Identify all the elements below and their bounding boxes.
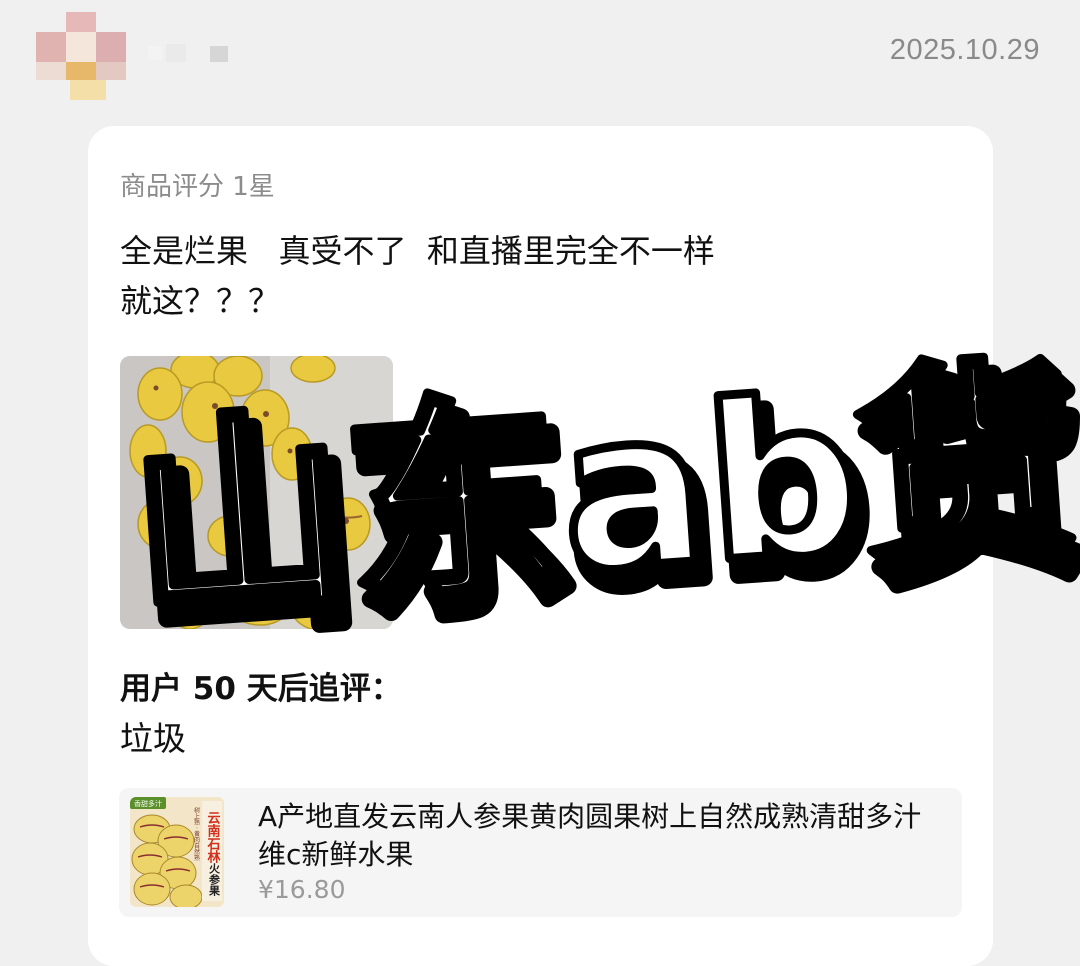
product-price: ¥16.80 — [258, 875, 346, 904]
product-thumbnail[interactable]: 香甜多汁 树上熟 · 黄肉自然熟 云南石林 火参果 — [130, 797, 224, 907]
review-text-line1: 全是烂果 真受不了 和直播里完全不一样 — [120, 232, 715, 270]
review-date: 2025.10.29 — [889, 34, 1040, 66]
thumb-title-1: 云南石林 — [205, 811, 222, 864]
followup-text: 垃圾 — [120, 719, 186, 758]
rating-label: 商品评分 1星 — [120, 172, 275, 202]
followup-title: 用户 50 天后追评： — [120, 671, 402, 707]
thumb-small-text: 树上熟 · 黄肉自然熟 — [193, 806, 200, 862]
review-text-line2: 就这？？？ — [120, 282, 281, 320]
username-blurred — [148, 44, 232, 66]
product-title[interactable]: A产地直发云南人参果黄肉圆果树上自然成熟清甜多汁维c新鲜水果 — [258, 798, 948, 874]
thumb-title-2: 火参果 — [208, 863, 222, 897]
review-text: 全是烂果 真受不了 和直播里完全不一样 就这？？？ — [120, 226, 715, 326]
thumb-badge: 香甜多汁 — [134, 799, 162, 808]
review-photo[interactable] — [120, 356, 393, 629]
avatar[interactable] — [36, 12, 126, 100]
